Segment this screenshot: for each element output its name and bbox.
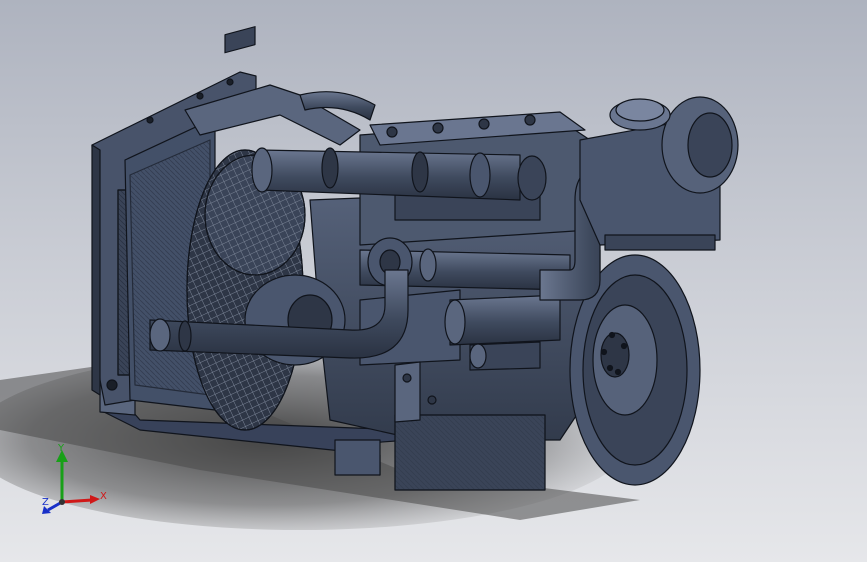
triad-y-label: Y [58, 443, 65, 454]
triad-axes [42, 450, 100, 514]
engine-assembly-model[interactable] [0, 0, 867, 562]
triad-x-axis [61, 498, 93, 504]
turbocharger [579, 96, 739, 251]
triad-x-label: X [100, 491, 107, 502]
cad-viewport[interactable]: Y X Z [0, 0, 867, 562]
coordinate-triad: Y X Z [36, 440, 116, 520]
triad-origin [59, 499, 65, 505]
triad-z-label: Z [42, 497, 49, 508]
triad-x-arrow [90, 495, 100, 504]
